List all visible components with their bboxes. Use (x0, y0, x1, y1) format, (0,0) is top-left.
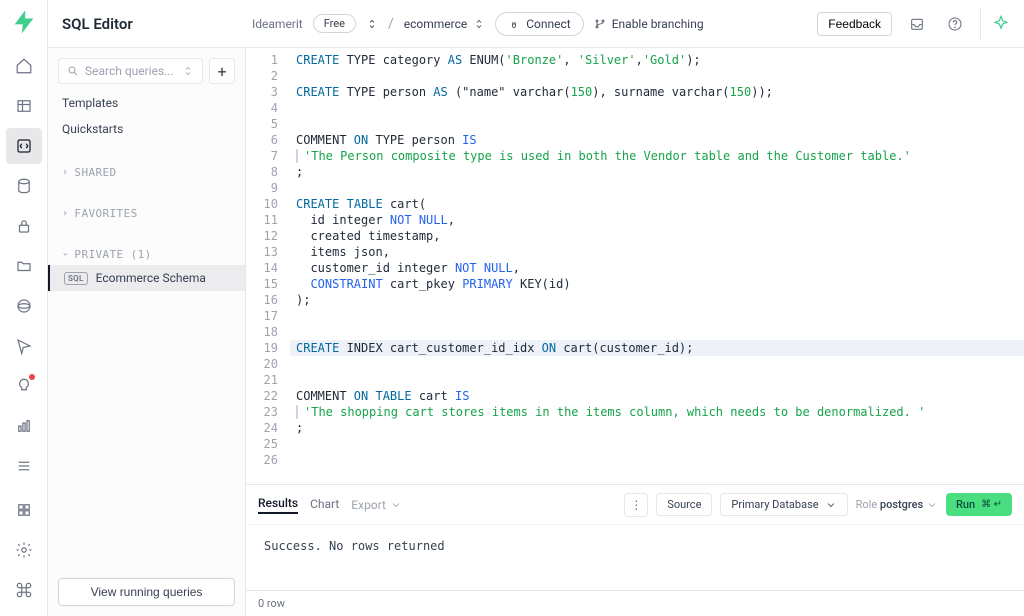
source-button[interactable]: Source (656, 493, 712, 516)
rail-reports[interactable] (6, 408, 42, 444)
enable-branching-button[interactable]: Enable branching (594, 17, 704, 31)
export-button[interactable]: Export (351, 498, 402, 512)
connect-button[interactable]: Connect (495, 12, 583, 36)
result-footer: 0 row (246, 590, 1024, 616)
run-button[interactable]: Run⌘ ↵ (946, 493, 1012, 516)
sidebar: Search queries... + Templates Quickstart… (48, 48, 246, 616)
project-selector[interactable]: ecommerce (404, 17, 486, 31)
icon-rail (0, 0, 48, 616)
help-icon[interactable] (942, 11, 968, 37)
inbox-icon[interactable] (904, 11, 930, 37)
branch-icon (594, 18, 606, 30)
chevron-down-icon (390, 499, 402, 511)
quickstarts-link[interactable]: Quickstarts (48, 116, 245, 142)
new-query-button[interactable]: + (209, 58, 235, 84)
app-logo[interactable] (10, 8, 38, 36)
more-options-button[interactable]: ⋮ (624, 493, 648, 517)
section-shared[interactable]: ›SHARED (48, 156, 245, 183)
database-selector[interactable]: Primary Database (720, 493, 847, 516)
templates-link[interactable]: Templates (48, 90, 245, 116)
rail-edge-functions[interactable] (6, 288, 42, 324)
plug-icon (508, 18, 520, 30)
rail-api[interactable] (6, 492, 42, 528)
chevron-down-icon (825, 499, 837, 511)
rail-storage[interactable] (6, 248, 42, 284)
file-item-label: Ecommerce Schema (96, 271, 206, 285)
rail-advisor[interactable] (6, 368, 42, 404)
view-running-queries-button[interactable]: View running queries (58, 578, 235, 606)
sql-badge: SQL (64, 272, 88, 285)
role-selector[interactable]: Role postgres (856, 498, 938, 511)
section-favorites[interactable]: ›FAVORITES (48, 197, 245, 224)
search-input[interactable]: Search queries... (58, 58, 203, 84)
breadcrumb-slash: / (388, 16, 394, 32)
tab-chart[interactable]: Chart (310, 497, 339, 513)
rail-sql-editor[interactable] (6, 128, 42, 164)
rail-logs[interactable] (6, 448, 42, 484)
file-item[interactable]: SQL Ecommerce Schema (48, 265, 245, 291)
page-title: SQL Editor (60, 15, 242, 33)
rail-settings[interactable] (6, 532, 42, 568)
plan-pill[interactable]: Free (313, 14, 356, 33)
header: SQL Editor Ideamerit Free / ecommerce Co… (48, 0, 1024, 48)
result-message: Success. No rows returned (246, 525, 1024, 590)
org-name[interactable]: Ideamerit (252, 17, 303, 31)
search-icon (67, 65, 79, 77)
chevron-updown-icon[interactable] (366, 18, 378, 30)
results-toolbar: Results Chart Export ⋮ Source Primary Da… (246, 484, 1024, 524)
rail-realtime[interactable] (6, 328, 42, 364)
results-panel: Success. No rows returned 0 row (246, 524, 1024, 616)
ai-assistant-button[interactable] (980, 8, 1012, 40)
rail-auth[interactable] (6, 208, 42, 244)
chevron-updown-icon (473, 18, 485, 30)
tab-results[interactable]: Results (258, 496, 298, 514)
rail-database[interactable] (6, 168, 42, 204)
code-editor[interactable]: 1234567891011121314151617181920212223242… (246, 48, 1024, 484)
chevron-updown-icon (182, 65, 194, 77)
rail-home[interactable] (6, 48, 42, 84)
feedback-button[interactable]: Feedback (817, 12, 892, 36)
rail-table-editor[interactable] (6, 88, 42, 124)
editor-pane: 1234567891011121314151617181920212223242… (246, 48, 1024, 616)
chevron-down-icon (926, 499, 938, 511)
rail-command[interactable] (6, 572, 42, 608)
section-private[interactable]: ›PRIVATE (1) (48, 238, 245, 265)
